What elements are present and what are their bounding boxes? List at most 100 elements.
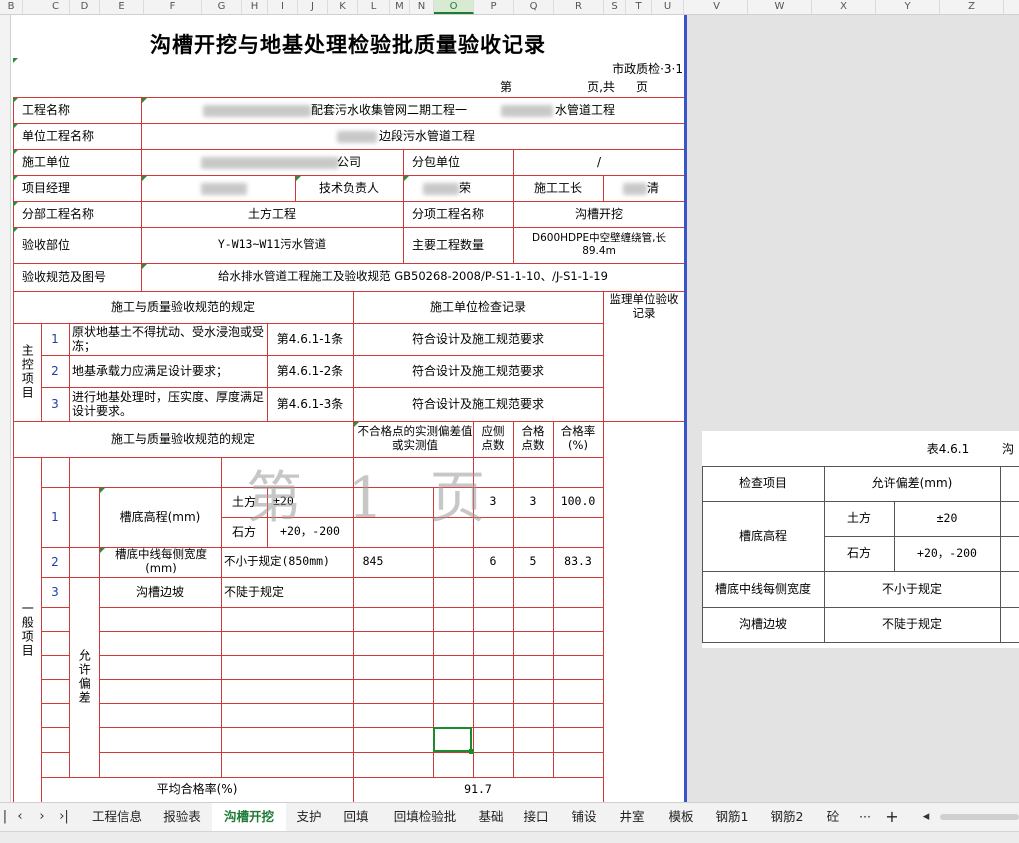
reference-table-title: 表4.6.1 (926, 441, 970, 456)
column-header-cell[interactable]: Q (514, 0, 554, 14)
main-item-result[interactable]: 符合设计及施工规范要求 (353, 355, 603, 387)
column-header: B C D E F G H I J K L M N O P Q R S T U … (0, 0, 1019, 15)
pass-rate-header: 合格率(%) (560, 424, 596, 452)
column-header-cell[interactable]: L (358, 0, 390, 14)
general-item-passed[interactable]: 5 (513, 547, 553, 577)
avg-rate-value[interactable]: 91.7 (353, 777, 603, 802)
column-header-cell[interactable]: M (390, 0, 410, 14)
column-header-cell[interactable]: K (328, 0, 358, 14)
sheet-tab-bar: | ‹ › ›| 工程信息 报验表 沟槽开挖 支护 回填 回填检验批 基础 接口… (0, 802, 1019, 833)
column-header-cell[interactable]: S (604, 0, 626, 14)
column-header-cell-selected[interactable]: O (434, 0, 474, 14)
redacted-text (501, 105, 553, 117)
column-header-cell[interactable]: R (554, 0, 604, 14)
last-sheet-icon[interactable]: ›| (56, 803, 72, 831)
reference-row-value: +20，-200 (917, 545, 977, 560)
column-header-cell[interactable]: E (100, 0, 144, 14)
column-header-cell[interactable]: U (652, 0, 684, 14)
redacted-text (201, 157, 339, 169)
foreman-label: 施工工长 (533, 180, 582, 195)
inspection-form: 沟槽开挖与地基处理检验批质量验收记录 市政质检·3·1 第 页,共 页 工程名称… (11, 15, 685, 802)
column-header-cell[interactable]: J (298, 0, 328, 14)
general-item-measured[interactable]: 845 (353, 547, 393, 577)
sheet-tab[interactable]: 井室 (608, 803, 656, 831)
first-sheet-icon[interactable]: | (0, 803, 10, 831)
column-header-cell[interactable]: G (202, 0, 242, 14)
sheet-tab[interactable]: 钢筋1 (706, 803, 758, 831)
column-header-cell[interactable]: Y (876, 0, 940, 14)
sheet-tab-active[interactable]: 沟槽开挖 (212, 803, 286, 833)
project-name-value[interactable]: 配套污水收集管网二期工程一 (311, 97, 499, 123)
project-name-suffix[interactable]: 水管道工程 (555, 97, 655, 123)
column-header-cell[interactable]: V (686, 0, 748, 14)
page-label-ye: 页 (635, 79, 648, 94)
general-item-passed[interactable]: 3 (513, 487, 553, 517)
form-title: 沟槽开挖与地基处理检验批质量验收记录 (150, 32, 546, 57)
sheet-tab[interactable]: 钢筋2 (758, 803, 816, 831)
sheet-tab[interactable]: 工程信息 (82, 803, 152, 831)
sheet-tab[interactable]: 支护 (286, 803, 332, 831)
column-header-cell[interactable]: N (410, 0, 434, 14)
selected-cell[interactable] (433, 727, 474, 754)
prev-sheet-icon[interactable]: ‹ (12, 803, 28, 831)
sheet-tab[interactable]: 砼 (816, 803, 850, 831)
reference-row-item: 槽底高程 (738, 528, 787, 543)
reference-table-title-suffix: 沟 (1002, 441, 1015, 456)
main-item-text: 进行地基处理时，压实度、厚度满足设计要求。 (72, 389, 265, 418)
sheet-tab[interactable]: 接口 (512, 803, 560, 831)
redacted-text (423, 183, 459, 195)
general-item-rate[interactable]: 100.0 (553, 487, 603, 517)
general-item-tolerance: ±20 (273, 494, 294, 509)
sheet-tab[interactable]: 铺设 (560, 803, 608, 831)
spec-label: 验收规范及图号 (22, 269, 107, 284)
column-header-cell[interactable]: T (626, 0, 652, 14)
column-header-cell[interactable]: B (0, 0, 23, 14)
column-header-cell[interactable]: P (474, 0, 514, 14)
spec-value[interactable]: 给水排水管道工程施工及验收规范 GB50268-2008/P-S1-1-10、/… (141, 263, 685, 291)
construction-unit-value[interactable]: 公司 (337, 149, 397, 175)
main-item-no: 2 (51, 363, 59, 378)
column-header-cell[interactable]: D (70, 0, 100, 14)
sheet-tab[interactable]: 回填 (332, 803, 380, 831)
general-item-name: 槽底中线每侧宽度(mm) (115, 547, 207, 575)
sheet-tab[interactable]: 模板 (656, 803, 706, 831)
location-value[interactable]: Y-W13~W11污水管道 (141, 227, 403, 263)
spec-header: 施工与质量验收规范的规定 (110, 299, 255, 314)
sheet-tab[interactable]: 回填检验批 (380, 803, 470, 831)
column-header-cell[interactable]: I (268, 0, 298, 14)
division-label: 分部工程名称 (22, 206, 95, 221)
reference-header-tolerance: 允许偏差(mm) (871, 476, 953, 491)
sheet-tab[interactable]: 报验表 (152, 803, 212, 831)
column-header-cell[interactable]: X (812, 0, 876, 14)
sheet-tab[interactable]: 基础 (470, 803, 512, 831)
quantity-value[interactable]: D600HDPE中空壁缠绕管,长89.4m (517, 227, 681, 263)
division-value[interactable]: 土方工程 (141, 201, 403, 227)
main-item-result[interactable]: 符合设计及施工规范要求 (353, 323, 603, 355)
general-item-points[interactable]: 6 (473, 547, 513, 577)
next-sheet-icon[interactable]: › (34, 803, 50, 831)
scroll-left-icon[interactable]: ◂ (918, 803, 934, 831)
general-spec-header: 施工与质量验收规范的规定 (110, 431, 255, 446)
unit-project-value[interactable]: 边段污水管道工程 (379, 123, 519, 149)
project-manager-label: 项目经理 (22, 180, 71, 195)
points-header: 应侧点数 (481, 424, 505, 452)
quantity-label: 主要工程数量 (412, 237, 485, 252)
add-sheet-button[interactable]: + (880, 803, 904, 831)
main-item-result[interactable]: 符合设计及施工规范要求 (353, 387, 603, 421)
tech-lead-value[interactable]: 荣 (459, 175, 489, 201)
subcontract-value[interactable]: / (513, 149, 685, 175)
row-header[interactable] (0, 15, 11, 802)
column-header-cell[interactable]: W (748, 0, 812, 14)
more-sheets-button[interactable]: ··· (852, 803, 878, 831)
horizontal-scrollbar[interactable] (940, 814, 1019, 820)
column-header-cell[interactable]: F (144, 0, 202, 14)
column-header-cell[interactable]: C (42, 0, 70, 14)
subitem-value[interactable]: 沟槽开挖 (513, 201, 685, 227)
tech-lead-label: 技术负责人 (318, 180, 379, 195)
general-items-label: 一般项目 (20, 601, 35, 658)
general-item-points[interactable]: 3 (473, 487, 513, 517)
foreman-value[interactable]: 清 (647, 175, 677, 201)
column-header-cell[interactable]: Z (940, 0, 1004, 14)
general-item-rate[interactable]: 83.3 (553, 547, 603, 577)
column-header-cell[interactable]: H (242, 0, 268, 14)
